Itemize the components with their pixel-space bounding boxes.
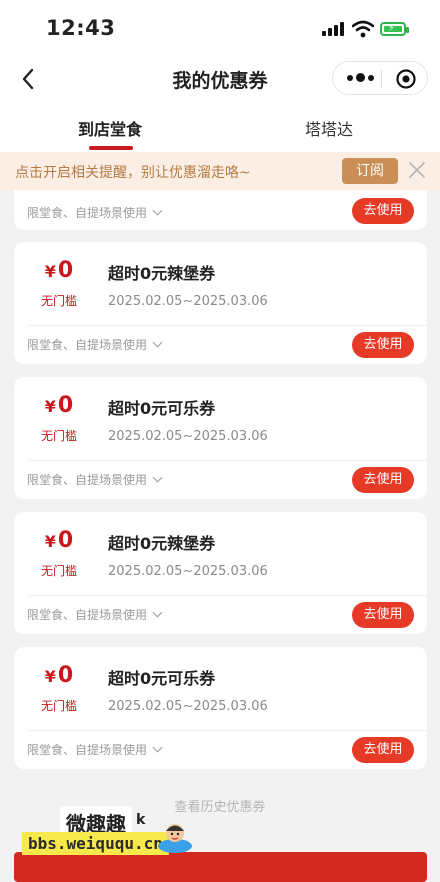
- active-tab-indicator: [89, 146, 133, 150]
- coupon-tabs: 到店堂食 塔塔达: [0, 102, 440, 152]
- mascot-icon: [158, 824, 192, 853]
- coupon-threshold: 无门槛: [40, 429, 77, 443]
- currency-symbol: ¥: [44, 262, 56, 281]
- amount-value: 0: [57, 393, 74, 418]
- coupon-scope-label: 限堂食、自提场景使用: [27, 206, 148, 220]
- divider: [28, 325, 427, 326]
- close-icon[interactable]: [406, 159, 428, 181]
- divider: [28, 730, 427, 731]
- coupon-card: ¥0 无门槛 超时0元辣堡券 2025.02.05~2025.03.06 限堂食…: [14, 512, 427, 634]
- coupon-scope-label: 限堂食、自提场景使用: [27, 473, 148, 487]
- bottom-action-button[interactable]: [14, 852, 427, 882]
- coupon-card: ¥0 无门槛 超时0元可乐券 2025.02.05~2025.03.06 限堂食…: [14, 377, 427, 499]
- coupon-title: 超时0元辣堡券: [108, 264, 216, 283]
- chevron-down-icon: [152, 472, 163, 483]
- coupon-amount: ¥0: [14, 393, 104, 418]
- currency-symbol: ¥: [44, 532, 56, 551]
- coupon-title: 超时0元可乐券: [108, 669, 216, 688]
- chevron-down-icon: [152, 337, 163, 348]
- coupon-card: ¥0 无门槛 超时0元可乐券 2025.02.05~2025.03.06 限堂食…: [14, 647, 427, 769]
- coupon-amount: ¥0: [14, 663, 104, 688]
- use-coupon-button[interactable]: 去使用: [352, 332, 414, 358]
- coupon-card: ¥0 无门槛 超时0元辣堡券 2025.02.05~2025.03.06 限堂食…: [14, 242, 427, 364]
- use-coupon-button[interactable]: 去使用: [352, 737, 414, 763]
- subscribe-button[interactable]: 订阅: [342, 158, 398, 184]
- coupon-validity: 2025.02.05~2025.03.06: [108, 699, 268, 714]
- mini-program-capsule: [332, 61, 428, 95]
- coupon-threshold: 无门槛: [40, 564, 77, 578]
- coupon-validity: 2025.02.05~2025.03.06: [108, 294, 268, 309]
- coupon-validity: 2025.02.05~2025.03.06: [108, 429, 268, 444]
- divider: [28, 460, 427, 461]
- tab-dine-in[interactable]: 到店堂食: [78, 116, 142, 140]
- divider: [28, 595, 427, 596]
- subscribe-notice-banner: 点击开启相关提醒，别让优惠溜走咯~ 订阅: [0, 152, 440, 190]
- chevron-down-icon: [152, 205, 163, 216]
- notice-text: 点击开启相关提醒，别让优惠溜走咯~: [15, 165, 251, 181]
- use-coupon-button[interactable]: 去使用: [352, 602, 414, 628]
- coupon-threshold: 无门槛: [40, 294, 77, 308]
- coupon-scope[interactable]: 限堂食、自提场景使用: [27, 471, 163, 488]
- amount-value: 0: [57, 258, 74, 283]
- cellular-signal-icon: [322, 22, 344, 36]
- coupon-threshold: 无门槛: [40, 699, 77, 713]
- use-coupon-button[interactable]: 去使用: [352, 198, 414, 224]
- coupon-title: 超时0元可乐券: [108, 399, 216, 418]
- coupon-scope[interactable]: 限堂食、自提场景使用: [27, 336, 163, 353]
- coupon-scope-label: 限堂食、自提场景使用: [27, 608, 148, 622]
- coupon-scope[interactable]: 限堂食、自提场景使用: [27, 606, 163, 623]
- currency-symbol: ¥: [44, 667, 56, 686]
- coupon-scope[interactable]: 限堂食、自提场景使用: [27, 741, 163, 758]
- use-coupon-button[interactable]: 去使用: [352, 467, 414, 493]
- coupon-validity: 2025.02.05~2025.03.06: [108, 564, 268, 579]
- more-options-icon[interactable]: [347, 73, 375, 82]
- amount-value: 0: [57, 528, 74, 553]
- navigation-bar: 我的优惠券: [0, 56, 440, 102]
- coupon-scope-label: 限堂食、自提场景使用: [27, 338, 148, 352]
- status-time: 12:43: [46, 16, 116, 40]
- coupon-scope[interactable]: 限堂食、自提场景使用: [27, 204, 163, 221]
- chevron-down-icon: [152, 607, 163, 618]
- chevron-down-icon: [152, 742, 163, 753]
- amount-value: 0: [57, 663, 74, 688]
- close-mini-program-icon[interactable]: [395, 68, 417, 90]
- currency-symbol: ¥: [44, 397, 56, 416]
- tab-tatada[interactable]: 塔塔达: [305, 116, 353, 140]
- watermark-mark: k: [136, 812, 146, 828]
- wifi-icon: [352, 20, 374, 38]
- coupon-amount: ¥0: [14, 528, 104, 553]
- coupon-amount: ¥0: [14, 258, 104, 283]
- coupon-scope-label: 限堂食、自提场景使用: [27, 743, 148, 757]
- battery-charging-icon: ⚡: [380, 22, 409, 36]
- coupon-title: 超时0元辣堡券: [108, 534, 216, 553]
- watermark-url: bbs.weiququ.cn: [22, 832, 169, 855]
- status-bar: 12:43 ⚡: [0, 0, 440, 56]
